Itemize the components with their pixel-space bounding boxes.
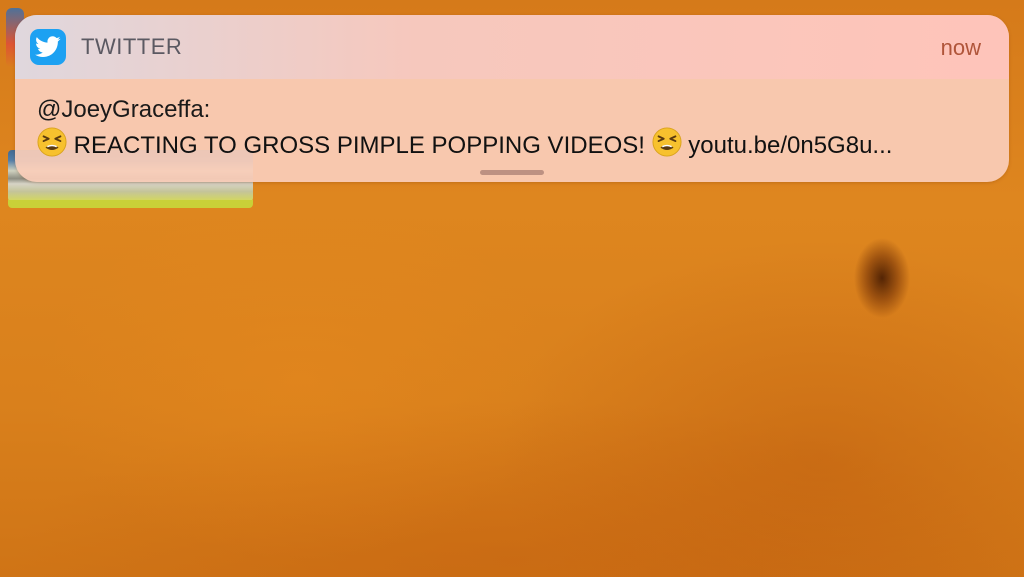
notification-grabber-handle[interactable] — [480, 170, 544, 175]
tired-face-emoji-icon — [37, 127, 67, 157]
notification-time: now — [940, 35, 981, 60]
twitter-notification[interactable]: TWITTER now @JoeyGraceffa: REACTING TO G… — [15, 15, 1009, 182]
notification-message: REACTING TO GROSS PIMPLE POPPING VIDEOS!… — [37, 127, 997, 163]
tired-face-emoji-icon — [652, 127, 682, 157]
notification-sender: @JoeyGraceffa: — [37, 96, 211, 123]
notification-app-name: TWITTER — [81, 34, 183, 59]
lock-screen: TWITTER now @JoeyGraceffa: REACTING TO G… — [0, 0, 1024, 577]
message-title: REACTING TO GROSS PIMPLE POPPING VIDEOS! — [73, 132, 645, 159]
message-link[interactable]: youtu.be/0n5G8u... — [688, 132, 892, 159]
notification-body: @JoeyGraceffa: REACTING TO GROSS PIMPLE … — [37, 95, 997, 163]
twitter-bird-icon — [30, 29, 66, 65]
notification-header: TWITTER now — [15, 15, 1009, 79]
